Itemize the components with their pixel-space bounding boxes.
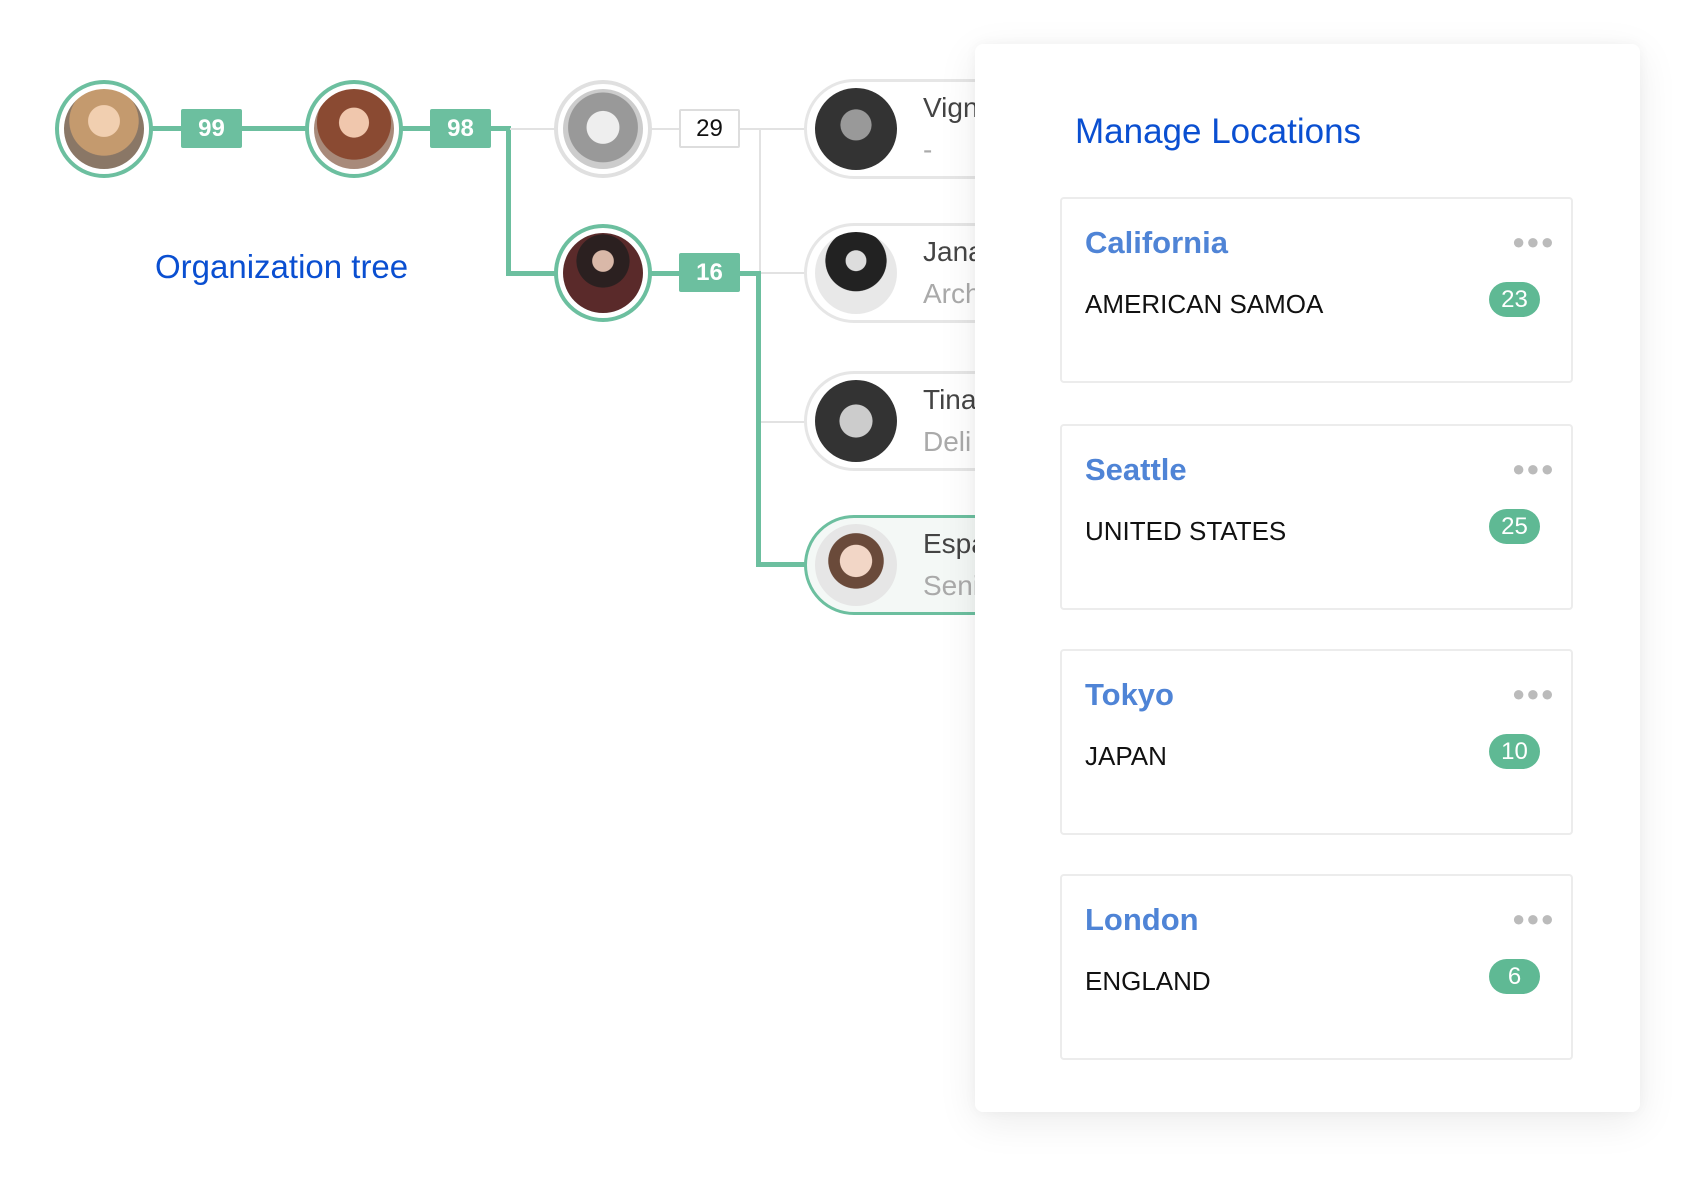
person-photo [563, 89, 643, 169]
more-horizontal-icon[interactable]: ●●● [1512, 456, 1555, 482]
connector-line [756, 562, 806, 567]
location-country: UNITED STATES [1085, 516, 1287, 546]
location-count-badge: 10 [1489, 734, 1540, 769]
org-tree-title: Organization tree [155, 248, 409, 285]
connector-line [760, 421, 806, 423]
location-city: Tokyo [1085, 677, 1174, 712]
person-photo [563, 233, 643, 313]
connector-line [740, 128, 806, 130]
location-city: London [1085, 902, 1199, 937]
connector-line [650, 128, 680, 130]
more-horizontal-icon[interactable]: ●●● [1512, 229, 1555, 255]
person-photo [815, 88, 897, 170]
person-photo [314, 89, 394, 169]
person-name: Tina [923, 384, 977, 415]
avatar[interactable] [305, 80, 403, 178]
avatar[interactable] [554, 80, 652, 178]
count-badge: 16 [679, 253, 740, 292]
connector-line [760, 272, 806, 274]
connector-line [506, 126, 511, 276]
location-card[interactable]: London ●●● ENGLAND 6 [1060, 874, 1573, 1060]
person-photo [815, 524, 897, 606]
count-badge: 29 [679, 109, 740, 148]
location-country: ENGLAND [1085, 966, 1211, 996]
person-name: Vign [923, 92, 979, 123]
person-role: Seni [923, 570, 980, 601]
count-badge: 98 [430, 109, 491, 148]
connector-line [510, 128, 560, 130]
manage-locations-panel: Manage Locations California ●●● AMERICAN… [975, 44, 1640, 1112]
person-photo [815, 380, 897, 462]
person-photo [815, 232, 897, 314]
more-horizontal-icon[interactable]: ●●● [1512, 681, 1555, 707]
location-card[interactable]: Seattle ●●● UNITED STATES 25 [1060, 424, 1573, 610]
more-horizontal-icon[interactable]: ●●● [1512, 906, 1555, 932]
panel-title: Manage Locations [1075, 112, 1362, 151]
location-count-badge: 25 [1489, 509, 1540, 544]
count-badge: 99 [181, 109, 242, 148]
location-country: JAPAN [1085, 741, 1167, 771]
person-role: Arch [923, 278, 981, 309]
person-photo [64, 89, 144, 169]
location-card[interactable]: Tokyo ●●● JAPAN 10 [1060, 649, 1573, 835]
person-role: Deli [923, 426, 972, 457]
location-count-badge: 23 [1489, 282, 1540, 317]
avatar[interactable] [55, 80, 153, 178]
location-country: AMERICAN SAMOA [1085, 289, 1324, 319]
location-count-badge: 6 [1489, 959, 1540, 994]
person-role: - [923, 134, 933, 165]
location-city: Seattle [1085, 452, 1187, 487]
location-card[interactable]: California ●●● AMERICAN SAMOA 23 [1060, 197, 1573, 383]
avatar[interactable] [554, 224, 652, 322]
connector-line [756, 271, 761, 567]
location-city: California [1085, 225, 1228, 260]
